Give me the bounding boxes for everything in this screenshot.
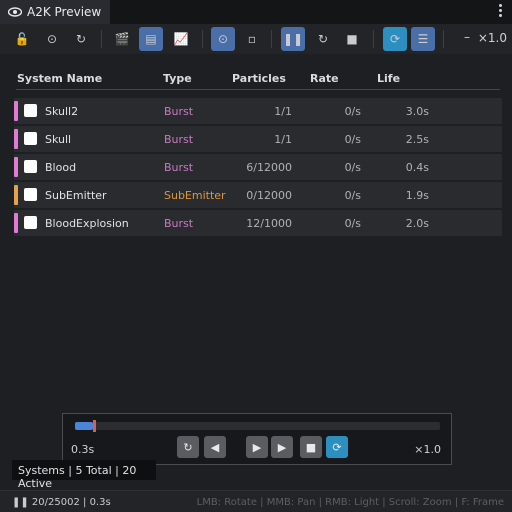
system-rate: 0/s: [344, 189, 361, 202]
target-icon[interactable]: ⊙: [40, 27, 64, 51]
kebab-menu-icon[interactable]: [498, 4, 504, 18]
system-particles: 6/12000: [246, 161, 292, 174]
system-particles: 0/12000: [246, 189, 292, 202]
column-header-type[interactable]: Type: [163, 72, 192, 85]
toolbar: 🔓 ⊙ ↻ 🎬 ▤ 📈 ⊙ ▫ ❚❚ ↻ ■ ⟳ ☰ – ×1.0: [0, 24, 512, 54]
restart-icon[interactable]: ↻: [177, 436, 199, 458]
system-enable-checkbox[interactable]: [24, 104, 37, 117]
status-control-hints: LMB: Rotate | MMB: Pan | RMB: Light | Sc…: [196, 497, 504, 508]
column-header-particles[interactable]: Particles: [232, 72, 286, 85]
system-particles: 12/1000: [246, 217, 292, 230]
lock-icon[interactable]: 🔓: [10, 27, 34, 51]
system-enable-checkbox[interactable]: [24, 216, 37, 229]
reset-icon[interactable]: ↻: [69, 27, 93, 51]
stop-icon[interactable]: ■: [300, 436, 322, 458]
play-icon[interactable]: ▶: [246, 436, 268, 458]
system-life: 2.0s: [405, 217, 429, 230]
pause-icon[interactable]: ❚❚: [281, 27, 305, 51]
system-life: 3.0s: [405, 105, 429, 118]
system-color-stripe: [14, 185, 18, 205]
system-particles: 1/1: [274, 105, 292, 118]
system-type: SubEmitter: [164, 189, 226, 202]
system-rate: 0/s: [344, 161, 361, 174]
toolbar-separator: [271, 30, 272, 48]
table-row[interactable]: Blood Burst 6/12000 0/s 0.4s: [14, 154, 502, 180]
column-header-rate[interactable]: Rate: [310, 72, 339, 85]
step-back-icon[interactable]: ◀: [204, 436, 226, 458]
system-rate: 0/s: [344, 217, 361, 230]
system-color-stripe: [14, 129, 18, 149]
table-row[interactable]: SubEmitter SubEmitter 0/12000 0/s 1.9s: [14, 182, 502, 208]
status-bar: ❚❚ 20/25002 | 0.3s LMB: Rotate | MMB: Pa…: [0, 490, 512, 512]
system-type: Burst: [164, 161, 194, 174]
system-rate: 0/s: [344, 133, 361, 146]
zoom-level: ×1.0: [477, 31, 507, 45]
system-color-stripe: [14, 213, 18, 233]
tab-bar: A2K Preview: [0, 0, 512, 24]
tab-title: A2K Preview: [27, 5, 102, 19]
tab-a2k-preview[interactable]: A2K Preview: [0, 0, 110, 24]
timeline-progress: [75, 422, 94, 430]
table-row[interactable]: BloodExplosion Burst 12/1000 0/s 2.0s: [14, 210, 502, 236]
timeline-speed[interactable]: ×1.0: [414, 443, 441, 456]
system-particles: 1/1: [274, 133, 292, 146]
column-header-name[interactable]: System Name: [17, 72, 102, 85]
clapper-icon[interactable]: 🎬: [110, 27, 134, 51]
zoom-out-button[interactable]: –: [464, 30, 470, 44]
timeline-playhead[interactable]: [93, 420, 97, 432]
system-type: Burst: [164, 217, 194, 230]
system-enable-checkbox[interactable]: [24, 188, 37, 201]
loop-icon[interactable]: ⟳: [326, 436, 348, 458]
sphere-icon[interactable]: ⊙: [211, 27, 235, 51]
timeline-panel: 0.3s ↻ ◀ ▶ ▶ ■ ⟳ ×1.0: [62, 413, 452, 465]
system-name: SubEmitter: [45, 189, 107, 202]
system-life: 0.4s: [405, 161, 429, 174]
list-icon[interactable]: ☰: [411, 27, 435, 51]
toolbar-separator: [202, 30, 203, 48]
restart-icon[interactable]: ↻: [311, 27, 335, 51]
loop-icon[interactable]: ⟳: [383, 27, 407, 51]
system-rate: 0/s: [344, 105, 361, 118]
system-name: Skull: [45, 133, 72, 146]
toolbar-separator: [101, 30, 102, 48]
table-row[interactable]: Skull Burst 1/1 0/s 2.5s: [14, 126, 502, 152]
systems-summary-badge: Systems | 5 Total | 20 Active: [12, 460, 156, 490]
toolbar-separator: [373, 30, 374, 48]
system-life: 1.9s: [405, 189, 429, 202]
timeline-scrubber[interactable]: [75, 420, 440, 432]
system-life: 2.5s: [405, 133, 429, 146]
stop-icon[interactable]: ■: [340, 27, 364, 51]
chart-icon[interactable]: 📈: [169, 27, 193, 51]
column-header-life[interactable]: Life: [377, 72, 400, 85]
status-particle-count: ❚❚ 20/25002 | 0.3s: [12, 497, 111, 508]
step-forward-icon[interactable]: ▶: [271, 436, 293, 458]
document-icon[interactable]: ▤: [139, 27, 163, 51]
system-type: Burst: [164, 133, 194, 146]
system-enable-checkbox[interactable]: [24, 160, 37, 173]
system-name: BloodExplosion: [45, 217, 129, 230]
system-name: Blood: [45, 161, 77, 174]
timeline-time: 0.3s: [71, 443, 95, 456]
system-name: Skull2: [45, 105, 79, 118]
system-color-stripe: [14, 157, 18, 177]
system-type: Burst: [164, 105, 194, 118]
toolbar-separator: [443, 30, 444, 48]
systems-table-header: System Name Type Particles Rate Life: [16, 70, 500, 90]
square-icon[interactable]: ▫: [240, 27, 264, 51]
table-row[interactable]: Skull2 Burst 1/1 0/s 3.0s: [14, 98, 502, 124]
system-enable-checkbox[interactable]: [24, 132, 37, 145]
eye-icon: [8, 7, 22, 17]
system-color-stripe: [14, 101, 18, 121]
